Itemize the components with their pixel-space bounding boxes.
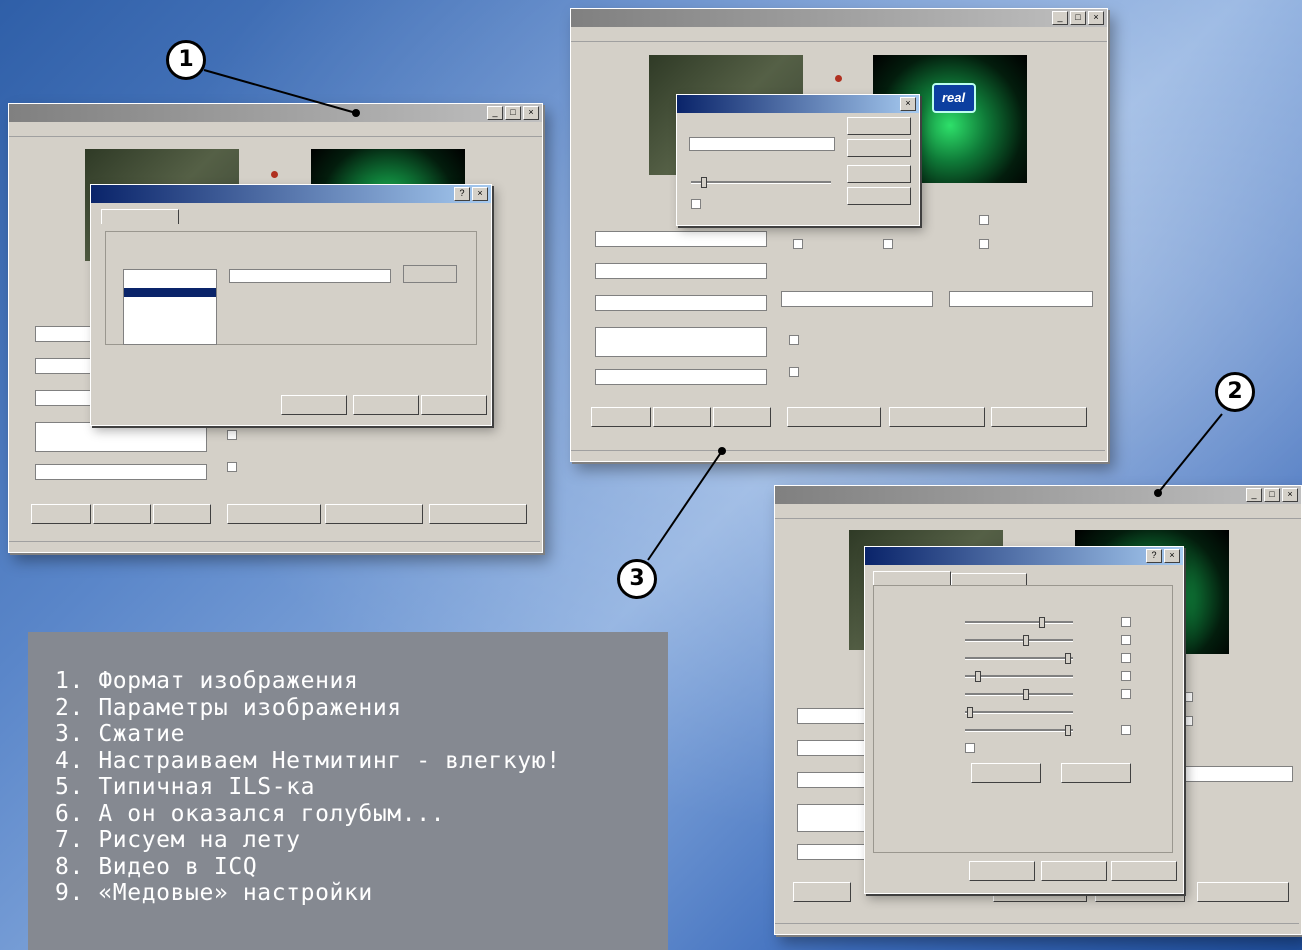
legend-item: 8. Видео в ICQ [55,853,258,880]
legend-panel: 1. Формат изображения 2. Параметры изобр… [28,632,668,950]
legend-item: 9. «Медовые» настройки [55,880,373,906]
legend-item: 3. Сжатие [55,721,186,747]
callout-3-anchor [718,447,726,455]
callout-1-anchor [352,109,360,117]
callout-1-line [203,69,357,114]
legend-item: 7. Рисуем на лету [55,827,301,853]
legend-list: 1. Формат изображения 2. Параметры изобр… [28,632,668,907]
callout-1: 1 [166,40,206,80]
callout-2-line [1157,413,1223,494]
callout-2: 2 [1215,372,1255,412]
legend-item: 2. Параметры изображения [55,694,402,721]
callout-3: 3 [617,559,657,599]
callout-3-line [647,450,723,561]
callout-2-anchor [1154,489,1162,497]
legend-item: 1. Формат изображения [55,668,359,694]
legend-item: 6. А он оказался голубым... [55,800,446,827]
legend-item: 5. Типичная ILS-ка [55,774,316,800]
legend-item: 4. Настраиваем Нетмитинг - влегкую! [55,747,561,774]
